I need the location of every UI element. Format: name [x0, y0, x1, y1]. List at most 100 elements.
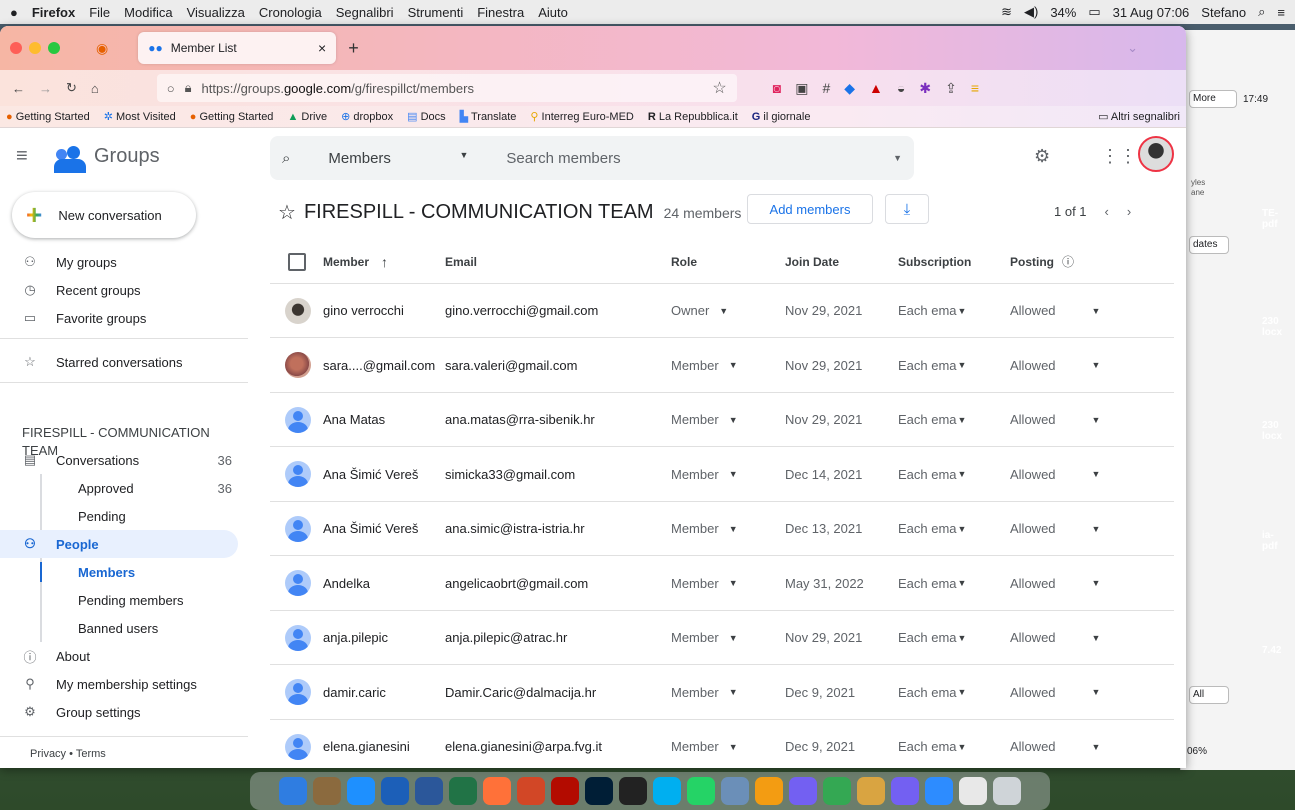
shield-icon[interactable]: ○: [167, 81, 175, 96]
books-icon[interactable]: [755, 777, 783, 805]
bookmark-item[interactable]: ▤ Docs: [407, 110, 446, 123]
bookmark-item[interactable]: G il giornale: [752, 111, 811, 123]
member-avatar[interactable]: [285, 611, 311, 664]
extension-icon[interactable]: ◆: [844, 80, 855, 97]
posting-select[interactable]: Allowed ▼: [1010, 611, 1100, 664]
role-select[interactable]: Member ▼: [671, 339, 738, 392]
sidebar-item-members[interactable]: Members: [0, 558, 238, 586]
role-select[interactable]: Member ▼: [671, 557, 738, 610]
role-select[interactable]: Member ▼: [671, 393, 738, 446]
close-window-button[interactable]: [10, 42, 22, 54]
download-icon[interactable]: ⤓: [885, 194, 929, 224]
posting-select[interactable]: Allowed ▼: [1010, 666, 1100, 719]
role-select[interactable]: Member ▼: [671, 448, 738, 501]
posting-select[interactable]: Allowed ▼: [1010, 284, 1100, 337]
app-icon[interactable]: [381, 777, 409, 805]
sidebar-item-recent-groups[interactable]: ◷ Recent groups: [0, 276, 238, 304]
search-scope-select[interactable]: Members ▼: [328, 150, 468, 167]
more-dropdown[interactable]: More: [1189, 90, 1237, 108]
back-icon[interactable]: ←: [12, 81, 25, 96]
table-row[interactable]: elena.gianesini elena.gianesini@arpa.fvg.…: [270, 720, 1174, 768]
next-page-icon[interactable]: ›: [1127, 204, 1131, 219]
menu-segnalibri[interactable]: Segnalibri: [336, 5, 394, 20]
member-name[interactable]: sara....@gmail.com: [323, 339, 435, 392]
extension-icon[interactable]: ✱: [919, 80, 931, 97]
all-dropdown[interactable]: All: [1189, 686, 1229, 704]
menu-visualizza[interactable]: Visualizza: [187, 5, 245, 20]
sidebar-item-about[interactable]: ⓘ About: [0, 642, 238, 670]
member-name[interactable]: Andelka: [323, 557, 370, 610]
sidebar-item-group-settings[interactable]: ⚙ Group settings: [0, 698, 238, 726]
settings-gear-icon[interactable]: ⚙: [1034, 146, 1050, 167]
powerpoint-icon[interactable]: [517, 777, 545, 805]
sidebar-item-people[interactable]: ⚇ People: [0, 530, 238, 558]
bookmark-item[interactable]: ● Getting Started: [6, 111, 90, 123]
tab-member-list[interactable]: ●● Member List ×: [138, 32, 337, 64]
apple-icon[interactable]: ●: [10, 5, 18, 20]
role-select[interactable]: Owner ▼: [671, 284, 728, 337]
member-avatar[interactable]: [285, 720, 311, 768]
add-members-button[interactable]: Add members: [747, 194, 873, 224]
posting-select[interactable]: Allowed ▼: [1010, 502, 1100, 555]
menu-icon[interactable]: ≡: [971, 80, 979, 97]
app-icon[interactable]: [959, 777, 987, 805]
subscription-select[interactable]: Each ema ▼: [898, 502, 966, 555]
list-tabs-icon[interactable]: ⌄: [1127, 40, 1138, 56]
subscription-select[interactable]: Each ema ▼: [898, 284, 966, 337]
preview-icon[interactable]: [721, 777, 749, 805]
table-row[interactable]: gino verrocchi gino.verrocchi@gmail.com Ow…: [270, 284, 1174, 338]
subscription-select[interactable]: Each ema ▼: [898, 611, 966, 664]
home-icon[interactable]: ⌂: [91, 81, 99, 96]
bookmark-item[interactable]: ✲ Most Visited: [104, 110, 176, 123]
sidebar-item-starred[interactable]: ☆ Starred conversations: [0, 348, 238, 376]
role-select[interactable]: Member ▼: [671, 611, 738, 664]
search-icon[interactable]: ⌕: [282, 150, 290, 167]
pdf-extension-icon[interactable]: ▲: [869, 80, 883, 97]
role-select[interactable]: Member ▼: [671, 502, 738, 555]
role-select[interactable]: Member ▼: [671, 666, 738, 719]
table-row[interactable]: Ana Šimić Vereš ana.simic@istra-istria.hr…: [270, 502, 1174, 556]
bookmark-item[interactable]: R La Repubblica.it: [648, 111, 738, 123]
activity-monitor-icon[interactable]: [619, 777, 647, 805]
posting-select[interactable]: Allowed ▼: [1010, 720, 1100, 768]
subscription-select[interactable]: Each ema ▼: [898, 448, 966, 501]
word-icon[interactable]: [415, 777, 443, 805]
account-avatar[interactable]: [1138, 136, 1174, 172]
table-row[interactable]: Andelka angelicaobrt@gmail.com Member ▼ May …: [270, 557, 1174, 611]
menu-cronologia[interactable]: Cronologia: [259, 5, 322, 20]
role-select[interactable]: Member ▼: [671, 720, 738, 768]
subscription-select[interactable]: Each ema ▼: [898, 720, 966, 768]
battery-percent[interactable]: 34%: [1050, 5, 1076, 20]
member-name[interactable]: elena.gianesini: [323, 720, 410, 768]
volume-icon[interactable]: ◀): [1024, 4, 1038, 20]
groups-logo[interactable]: Groups: [54, 145, 160, 173]
user-name[interactable]: Stefano: [1201, 5, 1246, 20]
menu-strumenti[interactable]: Strumenti: [408, 5, 464, 20]
subscription-select[interactable]: Each ema ▼: [898, 666, 966, 719]
table-row[interactable]: anja.pilepic anja.pilepic@atrac.hr Member ▼…: [270, 611, 1174, 665]
search-bar[interactable]: ⌕ Members ▼ Search members ▼: [270, 136, 914, 180]
sidebar-item-conversations[interactable]: ▤ Conversations 36: [0, 446, 238, 474]
info-icon[interactable]: ⓘ: [1062, 253, 1074, 270]
pocket-icon[interactable]: ◙: [773, 80, 781, 97]
prev-page-icon[interactable]: ‹: [1105, 204, 1109, 219]
trash-icon[interactable]: [993, 777, 1021, 805]
member-name[interactable]: Ana Šimić Vereš: [323, 448, 418, 501]
member-avatar[interactable]: [285, 666, 311, 719]
menu-aiuto[interactable]: Aiuto: [538, 5, 568, 20]
subscription-select[interactable]: Each ema ▼: [898, 339, 966, 392]
zoom-window-button[interactable]: [48, 42, 60, 54]
posting-select[interactable]: Allowed ▼: [1010, 339, 1100, 392]
wifi-icon[interactable]: ≋: [1001, 4, 1012, 20]
skype-icon[interactable]: [653, 777, 681, 805]
app-icon[interactable]: [857, 777, 885, 805]
member-name[interactable]: damir.caric: [323, 666, 386, 719]
acrobat-icon[interactable]: [551, 777, 579, 805]
new-tab-button[interactable]: +: [348, 38, 359, 59]
bookmark-item[interactable]: ▙ Translate: [460, 110, 517, 123]
sort-arrow-icon[interactable]: ↑: [381, 254, 388, 270]
posting-select[interactable]: Allowed ▼: [1010, 393, 1100, 446]
menu-finestra[interactable]: Finestra: [477, 5, 524, 20]
column-join-date[interactable]: Join Date: [785, 240, 839, 283]
firefox-icon[interactable]: [483, 777, 511, 805]
